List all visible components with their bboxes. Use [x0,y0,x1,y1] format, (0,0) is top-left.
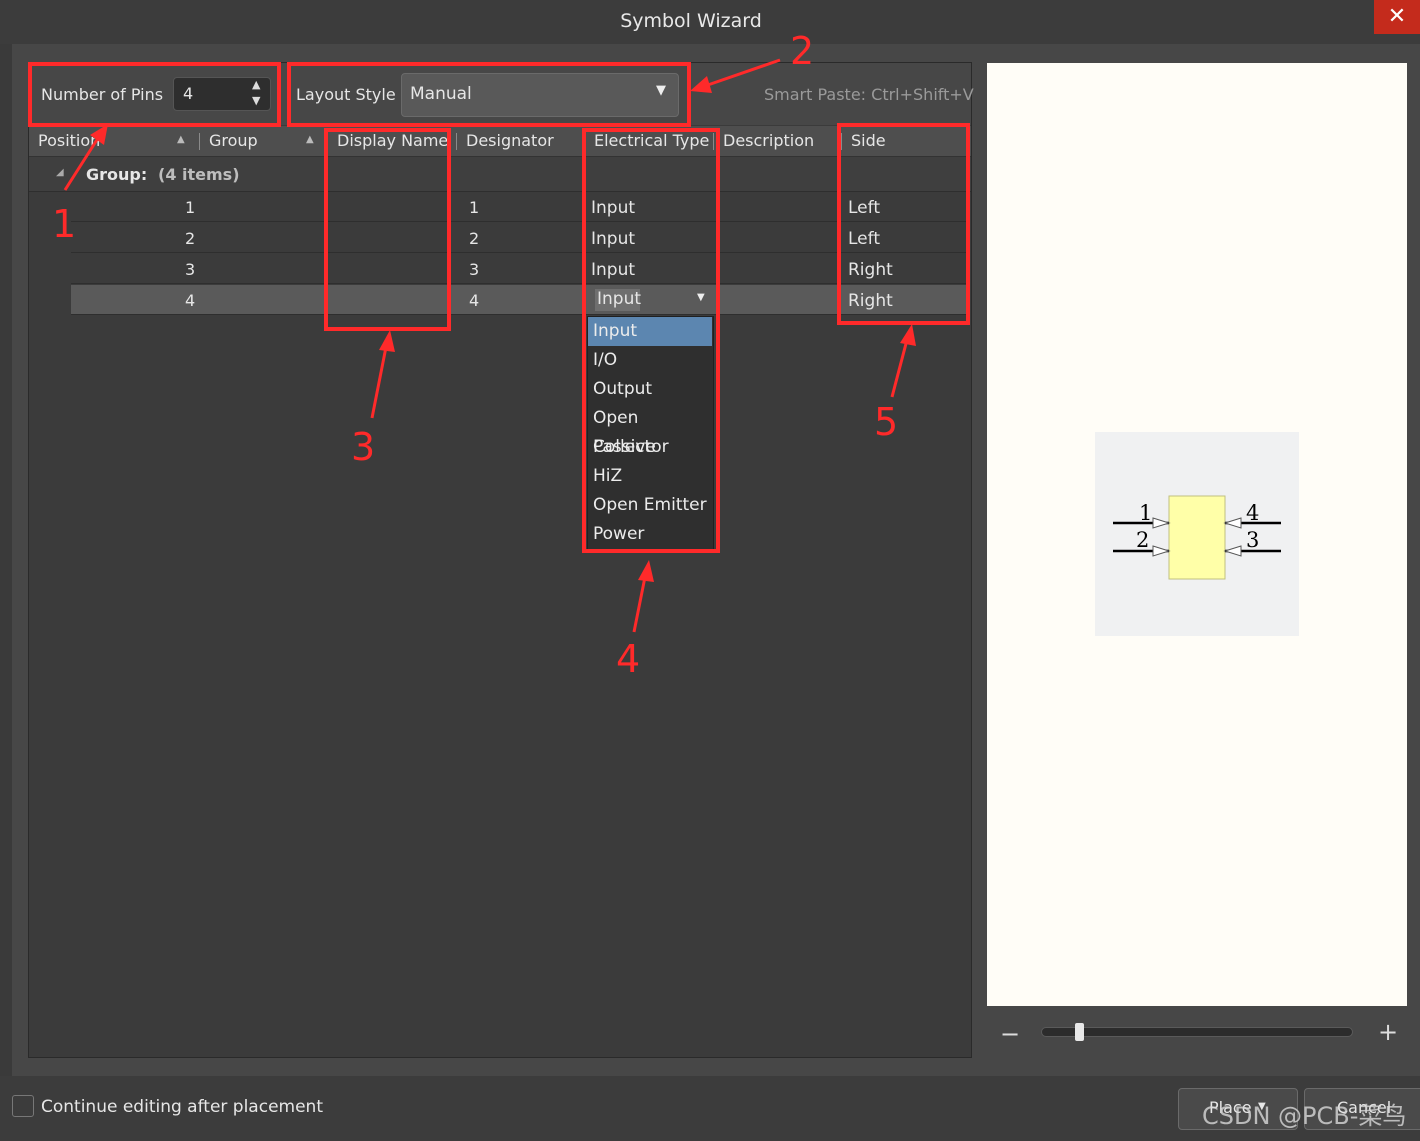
arrow-head-icon [690,76,712,93]
annotation-box-1 [28,62,281,127]
annotation-overlay: 1 2 3 4 5 [28,29,970,681]
arrow-head-icon [638,560,654,582]
annotation-arrow [370,341,389,419]
annotation-number: 3 [351,425,375,469]
annotation-number: 2 [790,29,814,73]
annotation-arrow [63,134,102,191]
annotation-number: 4 [616,637,640,681]
annotation-arrow [632,571,648,633]
annotation-arrow [890,335,910,398]
annotation-box-4 [582,128,720,553]
annotation-box-2 [287,62,691,127]
annotation-arrow [701,58,781,89]
arrow-head-icon [90,124,108,145]
annotation-number: 5 [874,400,898,444]
arrow-head-icon [379,330,395,352]
annotation-number: 1 [52,202,76,246]
annotation-box-3 [324,128,451,331]
annotation-box-5 [837,123,970,325]
arrow-head-icon [900,324,916,346]
